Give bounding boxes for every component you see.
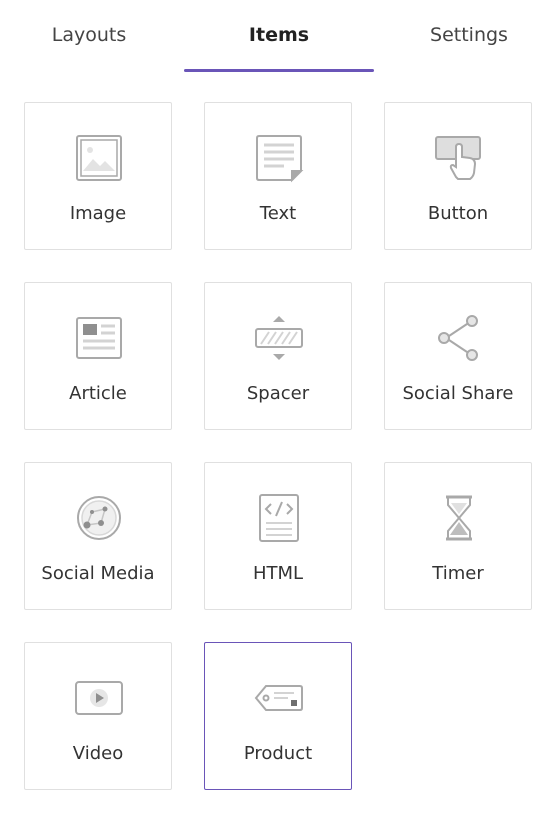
item-label: Social Share bbox=[402, 383, 514, 404]
item-label: Product bbox=[243, 743, 313, 764]
video-play-icon bbox=[74, 673, 124, 723]
item-spacer[interactable]: Spacer bbox=[204, 282, 352, 430]
item-timer[interactable]: Timer bbox=[384, 462, 532, 610]
item-label: HTML bbox=[252, 563, 304, 584]
item-article[interactable]: Article bbox=[24, 282, 172, 430]
product-tag-icon bbox=[254, 673, 304, 723]
item-social-share[interactable]: Social Share bbox=[384, 282, 532, 430]
text-document-icon bbox=[254, 133, 304, 183]
tab-label: Layouts bbox=[51, 24, 127, 46]
item-social-media[interactable]: Social Media bbox=[24, 462, 172, 610]
item-label: Timer bbox=[432, 563, 484, 584]
button-click-icon bbox=[434, 133, 484, 183]
item-label: Text bbox=[259, 203, 297, 224]
item-label: Image bbox=[69, 203, 127, 224]
spacer-icon bbox=[254, 313, 304, 363]
item-text[interactable]: Text bbox=[204, 102, 352, 250]
tab-label: Settings bbox=[430, 24, 508, 46]
active-tab-indicator bbox=[184, 69, 374, 72]
item-label: Video bbox=[72, 743, 124, 764]
tab-label: Items bbox=[248, 24, 310, 46]
tab-bar: Layouts Items Settings bbox=[0, 0, 559, 72]
item-label: Spacer bbox=[246, 383, 310, 404]
item-product[interactable]: Product bbox=[204, 642, 352, 790]
html-code-icon bbox=[254, 493, 304, 543]
item-video[interactable]: Video bbox=[24, 642, 172, 790]
item-image[interactable]: Image bbox=[24, 102, 172, 250]
hourglass-icon bbox=[434, 493, 484, 543]
item-label: Button bbox=[427, 203, 489, 224]
social-network-icon bbox=[74, 493, 124, 543]
share-icon bbox=[434, 313, 484, 363]
tab-settings[interactable]: Settings bbox=[374, 0, 559, 72]
item-label: Social Media bbox=[41, 563, 155, 584]
image-icon bbox=[74, 133, 124, 183]
tab-layouts[interactable]: Layouts bbox=[0, 0, 184, 72]
item-html[interactable]: HTML bbox=[204, 462, 352, 610]
tab-items[interactable]: Items bbox=[184, 0, 374, 72]
item-button[interactable]: Button bbox=[384, 102, 532, 250]
item-label: Article bbox=[69, 383, 127, 404]
article-icon bbox=[74, 313, 124, 363]
